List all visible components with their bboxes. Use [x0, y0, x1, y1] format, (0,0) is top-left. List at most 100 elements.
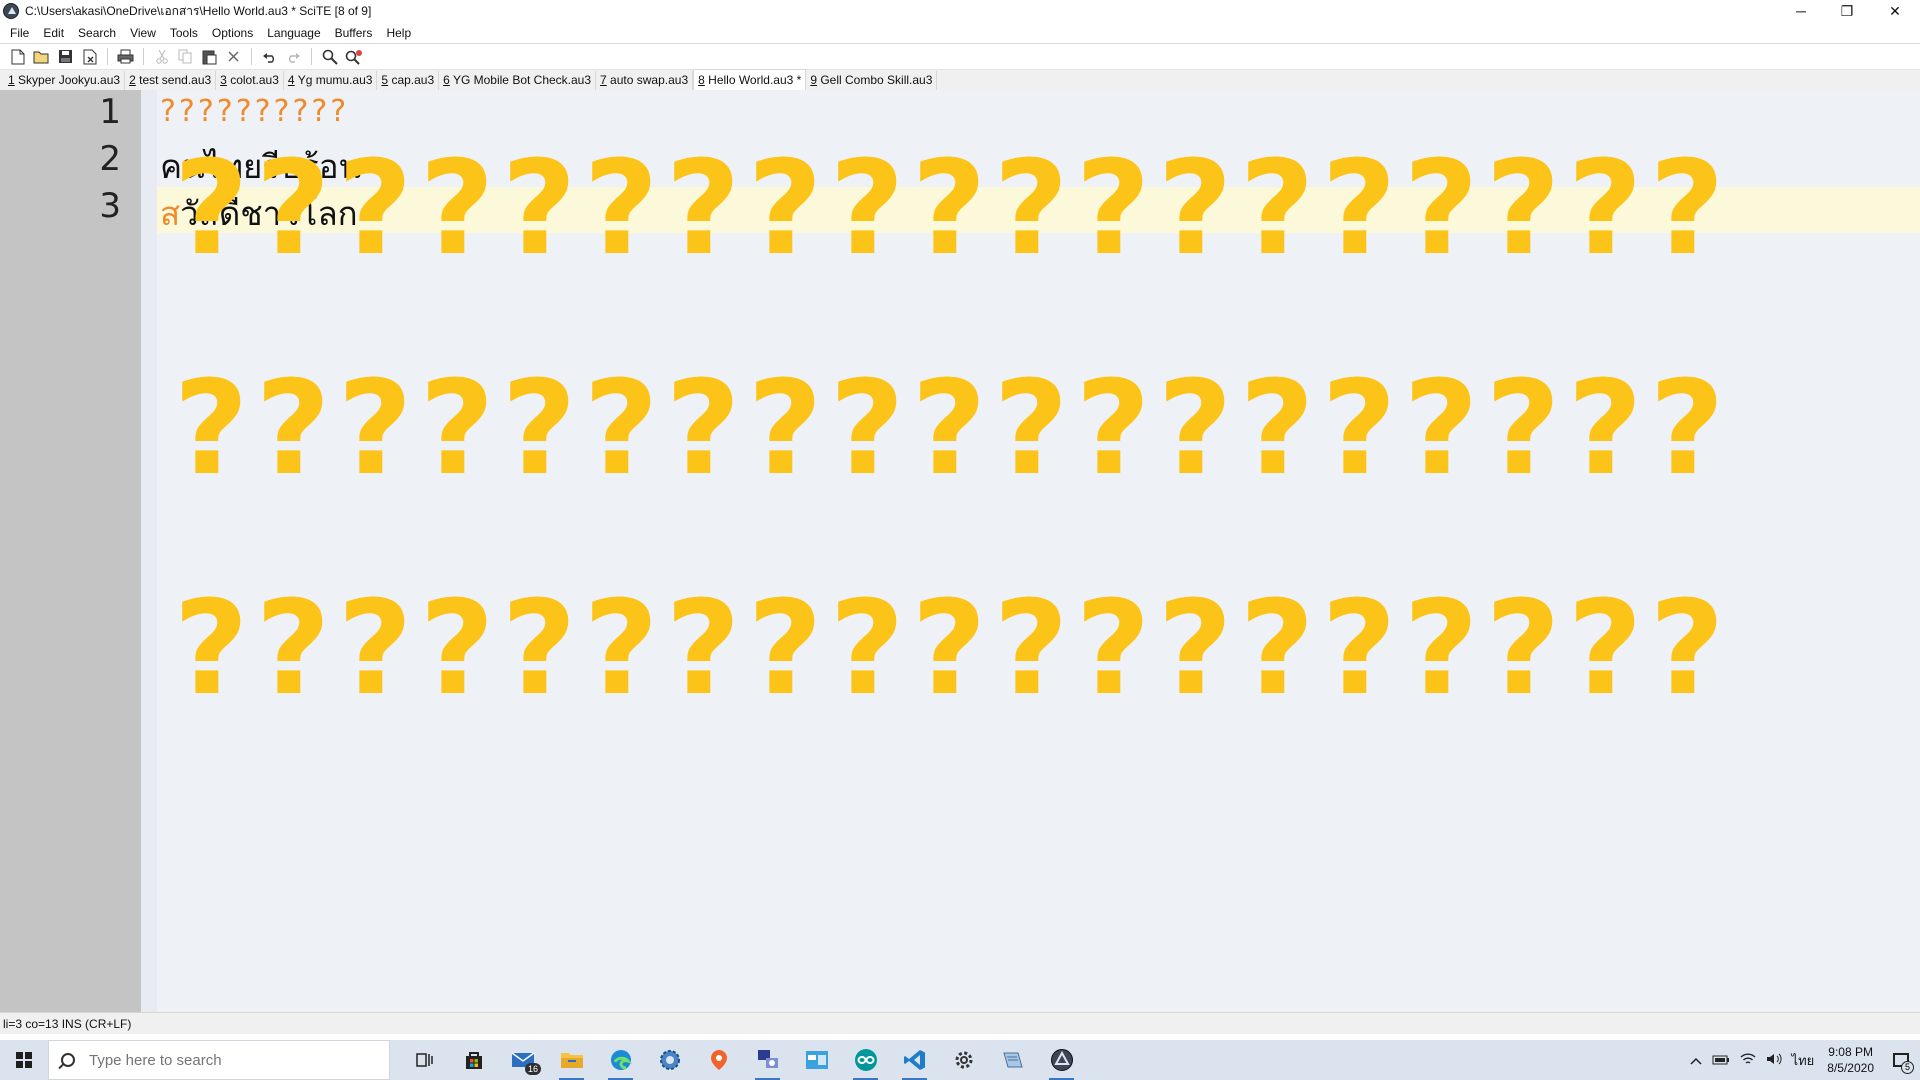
- settings-icon[interactable]: [939, 1040, 988, 1080]
- question-mark-glyph: ?: [1567, 352, 1643, 504]
- delete-icon[interactable]: [224, 47, 243, 66]
- close-button[interactable]: ✕: [1872, 0, 1918, 22]
- menu-tools[interactable]: Tools: [163, 26, 205, 40]
- remote-tool-icon[interactable]: [743, 1040, 792, 1080]
- wifi-icon[interactable]: [1735, 1052, 1761, 1069]
- menu-view[interactable]: View: [123, 26, 163, 40]
- mail-badge: 16: [524, 1063, 541, 1075]
- question-mark-glyph: ?: [419, 572, 495, 724]
- menu-file[interactable]: File: [3, 26, 36, 40]
- microsoft-store-icon[interactable]: [449, 1040, 498, 1080]
- question-mark-glyph: ?: [1567, 572, 1643, 724]
- find-icon[interactable]: [320, 47, 339, 66]
- question-mark-glyph: ?: [665, 352, 741, 504]
- system-tray: ไทย 9:08 PM 8/5/2020 5: [1685, 1040, 1920, 1080]
- tab-colot[interactable]: 3 colot.au3: [216, 71, 284, 90]
- open-folder-icon[interactable]: [32, 47, 51, 66]
- question-mark-glyph: ?: [1239, 352, 1315, 504]
- input-language-indicator[interactable]: ไทย: [1787, 1050, 1820, 1071]
- scite-taskbar-icon[interactable]: [1037, 1040, 1086, 1080]
- question-mark-glyph: ?: [1485, 572, 1561, 724]
- question-mark-glyph: ?: [419, 352, 495, 504]
- menu-edit[interactable]: Edit: [36, 26, 71, 40]
- question-mark-glyph: ?: [337, 572, 413, 724]
- question-mark-glyph: ?: [1403, 572, 1479, 724]
- volume-icon[interactable]: [1761, 1052, 1787, 1069]
- status-bar: li=3 co=13 INS (CR+LF): [0, 1012, 1920, 1034]
- tab-yg-mumu[interactable]: 4 Yg mumu.au3: [284, 71, 378, 90]
- menu-buffers[interactable]: Buffers: [328, 26, 380, 40]
- question-mark-glyph: ?: [1403, 352, 1479, 504]
- tab-yg-mobile-bot-check[interactable]: 6 YG Mobile Bot Check.au3: [439, 71, 597, 90]
- question-mark-glyph: ?: [1239, 572, 1315, 724]
- save-icon[interactable]: [56, 47, 75, 66]
- arduino-icon[interactable]: [841, 1040, 890, 1080]
- question-mark-glyph: ?: [747, 352, 823, 504]
- new-file-icon[interactable]: [8, 47, 27, 66]
- question-mark-glyph: ?: [583, 572, 659, 724]
- question-mark-glyph: ?: [255, 352, 331, 504]
- menu-help[interactable]: Help: [379, 26, 418, 40]
- question-mark-glyph: ?: [993, 572, 1069, 724]
- vscode-icon[interactable]: [890, 1040, 939, 1080]
- copy-icon[interactable]: [176, 47, 195, 66]
- cut-icon[interactable]: [152, 47, 171, 66]
- replace-icon[interactable]: [344, 47, 363, 66]
- taskbar-search[interactable]: [48, 1040, 390, 1080]
- code-line-3: สวัสดีชาวโลก: [160, 187, 358, 240]
- action-center-icon[interactable]: 5: [1882, 1040, 1920, 1080]
- tab-test-send[interactable]: 2 test send.au3: [125, 71, 217, 90]
- windows-logo-icon: [16, 1052, 32, 1068]
- question-mark-glyph: ?: [993, 352, 1069, 504]
- redo-icon[interactable]: [284, 47, 303, 66]
- fold-margin[interactable]: [141, 90, 157, 1012]
- task-view-icon[interactable]: [400, 1040, 449, 1080]
- show-hidden-icons-chevron-icon[interactable]: [1685, 1053, 1707, 1068]
- clock[interactable]: 9:08 PM 8/5/2020: [1819, 1044, 1882, 1076]
- code-line-3-first-char: ส: [160, 194, 181, 233]
- window-title: C:\Users\akasi\OneDrive\เอกสาร\Hello Wor…: [25, 3, 372, 18]
- title-bar: C:\Users\akasi\OneDrive\เอกสาร\Hello Wor…: [0, 0, 1920, 22]
- line-number: 1: [99, 92, 121, 132]
- tab-auto-swap[interactable]: 7 auto swap.au3: [596, 71, 694, 90]
- menu-search[interactable]: Search: [71, 26, 123, 40]
- toolbar: [0, 43, 1920, 69]
- paste-icon[interactable]: [200, 47, 219, 66]
- question-mark-glyph: ?: [1075, 572, 1151, 724]
- menu-language[interactable]: Language: [260, 26, 327, 40]
- tab-hello-world[interactable]: 8 Hello World.au3 *: [693, 69, 807, 90]
- tab-gell-combo-skill[interactable]: 9 Gell Combo Skill.au3: [806, 71, 938, 90]
- scite-app-icon[interactable]: [3, 3, 19, 19]
- window-app-icon[interactable]: [792, 1040, 841, 1080]
- menu-bar: File Edit Search View Tools Options Lang…: [0, 22, 1920, 43]
- notification-count: 5: [1901, 1061, 1914, 1074]
- code-editor[interactable]: 1 2 3 ?????????? คนไทยรีบร้อน สวัสดีชาวโ…: [0, 90, 1920, 1012]
- file-explorer-icon[interactable]: [547, 1040, 596, 1080]
- settings-gear-app-icon[interactable]: [645, 1040, 694, 1080]
- taskbar-search-input[interactable]: [89, 1051, 369, 1069]
- question-mark-glyph: ?: [829, 352, 905, 504]
- question-mark-glyph: ?: [911, 352, 987, 504]
- edge-browser-icon[interactable]: [596, 1040, 645, 1080]
- question-mark-glyph: ?: [1321, 572, 1397, 724]
- close-file-icon[interactable]: [80, 47, 99, 66]
- question-mark-glyph: ?: [747, 572, 823, 724]
- print-icon[interactable]: [116, 47, 135, 66]
- clock-time: 9:08 PM: [1828, 1045, 1873, 1059]
- battery-icon[interactable]: [1707, 1053, 1735, 1068]
- question-mark-glyph: ?: [501, 572, 577, 724]
- orange-pin-app-icon[interactable]: [694, 1040, 743, 1080]
- menu-options[interactable]: Options: [205, 26, 260, 40]
- tab-skyper-jookyu[interactable]: 1 Skyper Jookyu.au3: [4, 71, 126, 90]
- question-mark-overlay-row-2: ???????????????????: [170, 358, 1728, 498]
- question-mark-glyph: ?: [583, 352, 659, 504]
- tab-cap[interactable]: 5 cap.au3: [377, 71, 440, 90]
- mail-icon[interactable]: 16: [498, 1040, 547, 1080]
- restore-button[interactable]: ❐: [1824, 0, 1870, 22]
- notepad-icon[interactable]: [988, 1040, 1037, 1080]
- undo-icon[interactable]: [260, 47, 279, 66]
- start-button[interactable]: [0, 1040, 48, 1080]
- code-line-3-text: วัสดีชาวโลก: [180, 194, 358, 233]
- taskbar-apps: 16: [400, 1040, 1086, 1080]
- minimize-button[interactable]: ─: [1778, 0, 1824, 22]
